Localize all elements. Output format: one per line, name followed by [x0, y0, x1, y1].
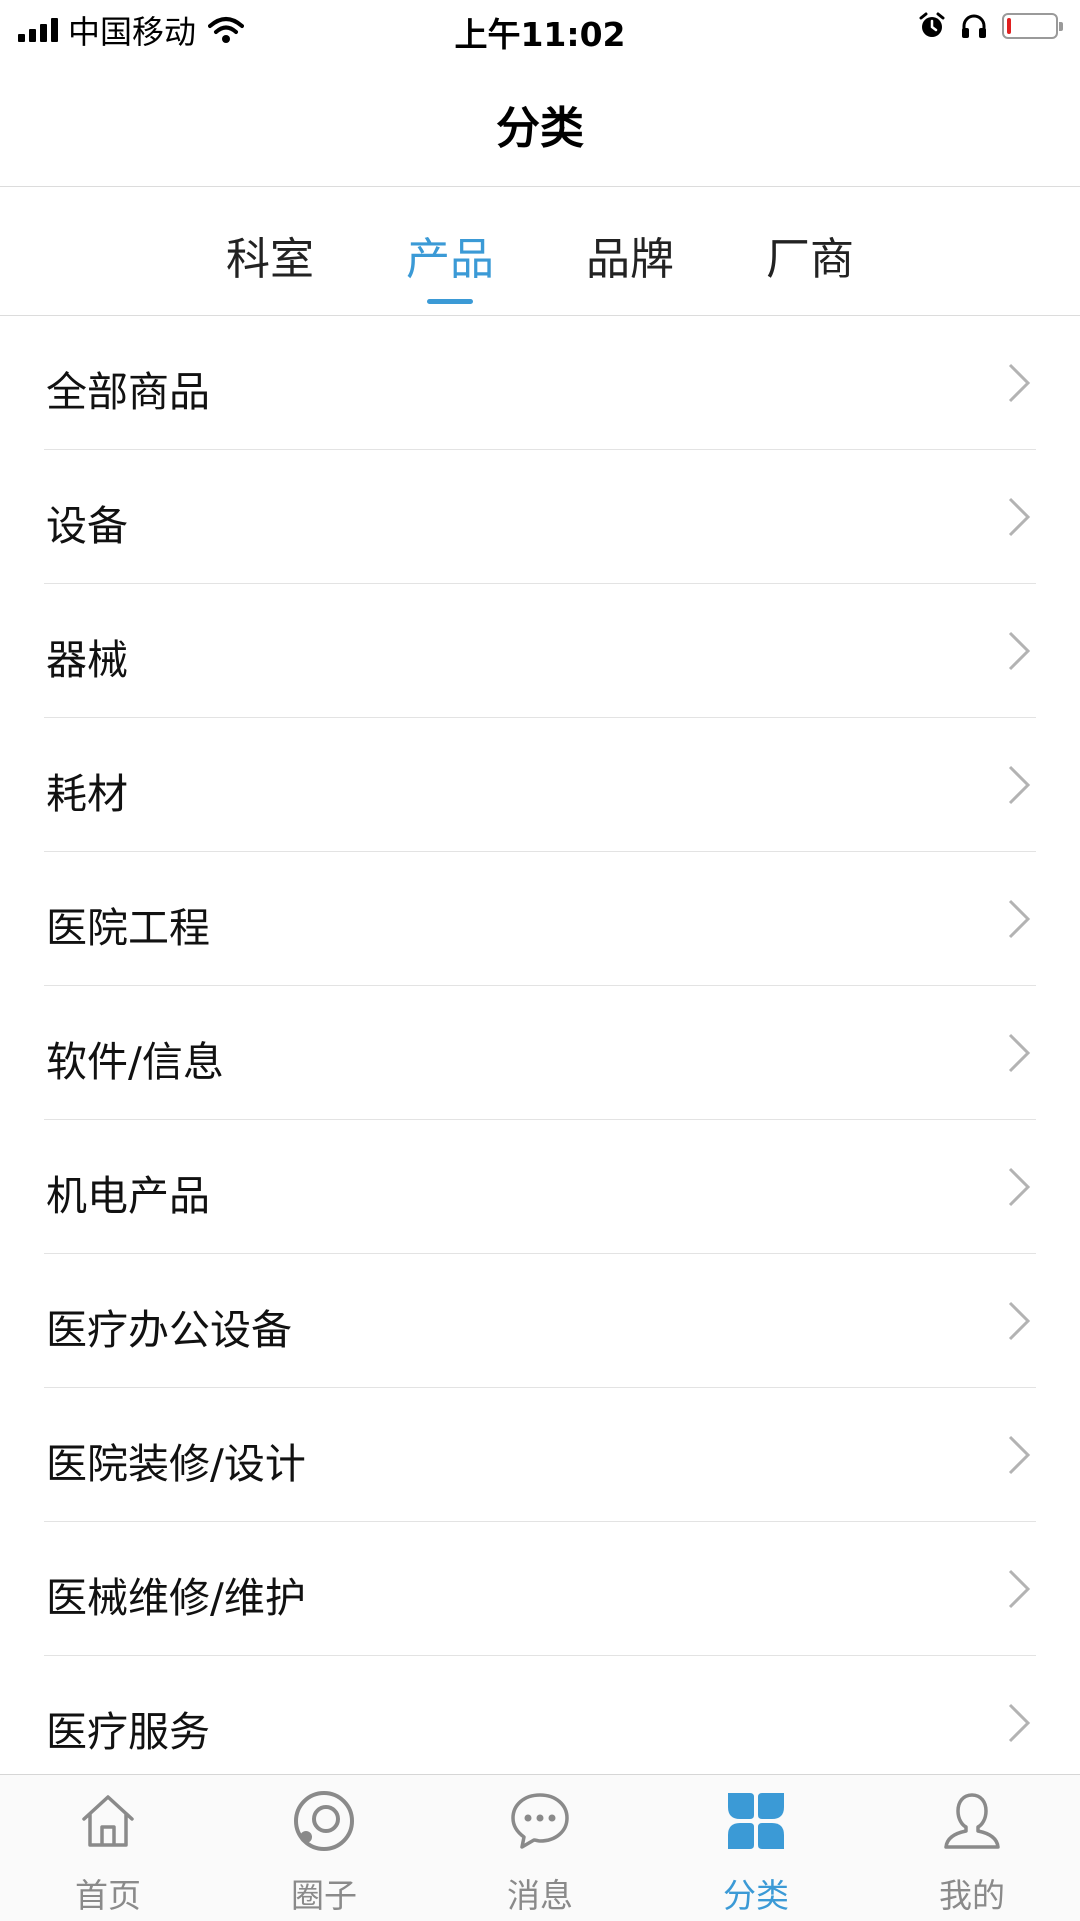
list-item-label: 耗材 — [46, 770, 128, 818]
list-item-label: 医院装修/设计 — [46, 1440, 306, 1488]
tab-manufacturer[interactable]: 厂商 — [720, 223, 900, 287]
chevron-right-icon — [1008, 899, 1031, 939]
tabbar-message[interactable]: 消息 — [432, 1775, 648, 1921]
battery-icon — [1002, 13, 1063, 39]
list-item-label: 设备 — [46, 502, 128, 550]
user-icon — [944, 1793, 1000, 1849]
list-item[interactable]: 医疗办公设备 — [0, 1254, 1080, 1388]
chevron-right-icon — [1008, 497, 1031, 537]
tabbar-label: 我的 — [939, 1876, 1005, 1915]
list-item-label: 医械维修/维护 — [46, 1574, 306, 1622]
headphones-icon — [962, 14, 986, 38]
category-list: 全部商品 设备 器械 耗材 医院工程 软件/信息 机电产品 医疗办公设备 医院装… — [0, 316, 1080, 1790]
tabbar-category[interactable]: 分类 — [648, 1775, 864, 1921]
alarm-icon — [919, 12, 945, 37]
chevron-right-icon — [1008, 631, 1031, 671]
tabbar-label: 首页 — [75, 1876, 141, 1915]
tab-label: 产品 — [406, 234, 494, 285]
message-icon — [511, 1793, 569, 1849]
chevron-right-icon — [1008, 1569, 1031, 1609]
list-item[interactable]: 机电产品 — [0, 1120, 1080, 1254]
status-bar: 中国移动 上午11:02 — [0, 0, 1080, 60]
list-item-label: 全部商品 — [46, 368, 210, 416]
tabbar-label: 分类 — [723, 1876, 789, 1915]
chevron-right-icon — [1008, 1703, 1031, 1743]
category-icon — [728, 1793, 784, 1849]
tabbar-home[interactable]: 首页 — [0, 1775, 216, 1921]
list-item-label: 医院工程 — [46, 904, 210, 952]
chevron-right-icon — [1008, 1435, 1031, 1475]
circle-icon — [294, 1791, 354, 1851]
category-tabs: 科室 产品 品牌 厂商 — [0, 187, 1080, 316]
list-item[interactable]: 软件/信息 — [0, 986, 1080, 1120]
tab-brand[interactable]: 品牌 — [540, 223, 720, 287]
bottom-tab-bar: 首页 圈子 消息 分类 我的 — [0, 1774, 1080, 1921]
list-item-label: 软件/信息 — [46, 1038, 224, 1086]
list-item[interactable]: 器械 — [0, 584, 1080, 718]
tab-label: 品牌 — [586, 234, 674, 285]
list-item[interactable]: 医械维修/维护 — [0, 1522, 1080, 1656]
home-icon — [82, 1795, 134, 1847]
list-item-label: 医疗办公设备 — [46, 1306, 292, 1354]
tabbar-circle[interactable]: 圈子 — [216, 1775, 432, 1921]
chevron-right-icon — [1008, 765, 1031, 805]
tab-product[interactable]: 产品 — [360, 223, 540, 304]
tabbar-label: 消息 — [507, 1876, 573, 1915]
tab-label: 科室 — [226, 234, 314, 285]
navigation-bar: 分类 — [0, 60, 1080, 187]
tab-label: 厂商 — [766, 234, 854, 285]
list-item[interactable]: 医院工程 — [0, 852, 1080, 986]
status-right — [918, 12, 1063, 40]
chevron-right-icon — [1008, 363, 1031, 403]
list-item[interactable]: 全部商品 — [0, 316, 1080, 450]
list-item[interactable]: 医院装修/设计 — [0, 1388, 1080, 1522]
list-item[interactable]: 医疗服务 — [0, 1656, 1080, 1790]
chevron-right-icon — [1008, 1033, 1031, 1073]
list-item-label: 器械 — [46, 636, 128, 684]
tab-department[interactable]: 科室 — [180, 223, 360, 287]
tabbar-mine[interactable]: 我的 — [864, 1775, 1080, 1921]
tabbar-label: 圈子 — [291, 1876, 357, 1915]
list-item-label: 医疗服务 — [46, 1708, 210, 1756]
battery-level-fill — [1007, 18, 1011, 34]
active-tab-indicator — [427, 299, 473, 304]
list-item[interactable]: 设备 — [0, 450, 1080, 584]
chevron-right-icon — [1008, 1301, 1031, 1341]
list-item-label: 机电产品 — [46, 1172, 210, 1220]
chevron-right-icon — [1008, 1167, 1031, 1207]
list-item[interactable]: 耗材 — [0, 718, 1080, 852]
page-title: 分类 — [496, 103, 584, 154]
